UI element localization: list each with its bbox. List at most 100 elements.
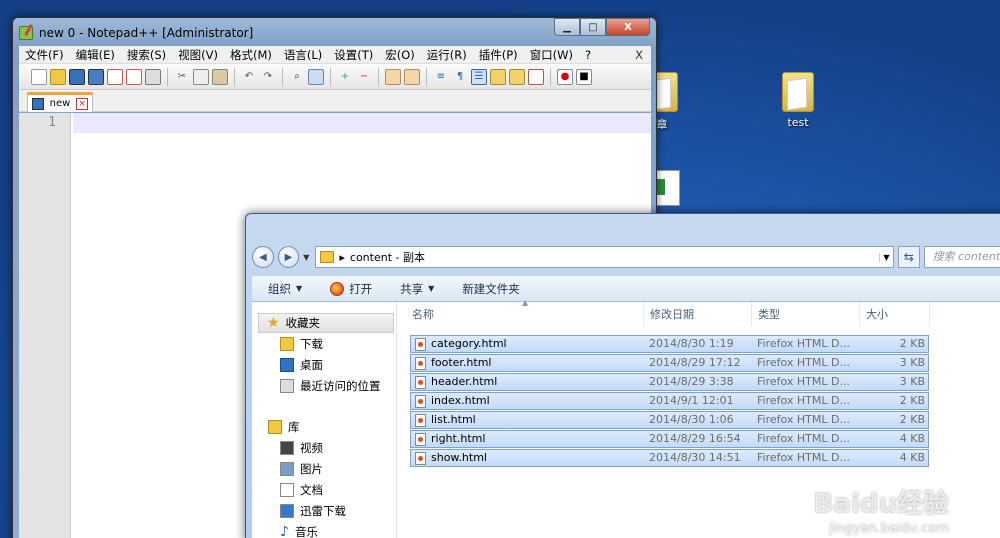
minimize-button[interactable]: ▁ xyxy=(554,18,580,36)
new-folder-button[interactable]: 新建文件夹 xyxy=(462,281,520,297)
stop-macro-icon[interactable]: ■ xyxy=(576,68,592,85)
navigation-pane: ★ 收藏夹 下载 桌面 最近访问的位置 库 视频 图片 文档 迅雷下载 ♪ 音乐 xyxy=(252,302,397,538)
replace-icon[interactable] xyxy=(308,68,324,85)
file-row[interactable]: show.html 2014/8/30 14:51 Firefox HTML D..… xyxy=(410,449,929,467)
nav-pictures[interactable]: 图片 xyxy=(280,459,323,479)
zoom-in-icon[interactable]: + xyxy=(337,69,353,85)
pictures-icon xyxy=(280,462,294,476)
indent-guide-icon[interactable]: ☰ xyxy=(471,68,487,85)
menu-window[interactable]: 窗口(W) xyxy=(530,47,573,63)
menu-view[interactable]: 视图(V) xyxy=(178,47,218,63)
show-all-characters-icon[interactable]: ¶ xyxy=(452,69,468,85)
breadcrumb[interactable]: content - 副本 xyxy=(350,249,425,265)
menu-language[interactable]: 语言(L) xyxy=(284,47,322,63)
undo-icon[interactable]: ↶ xyxy=(241,69,257,85)
menu-edit[interactable]: 编辑(E) xyxy=(76,47,115,63)
nav-music[interactable]: ♪ 音乐 xyxy=(280,522,318,538)
new-file-icon[interactable] xyxy=(31,68,47,85)
organize-button[interactable]: 组织 ▼ xyxy=(268,281,302,297)
file-size: 2 KB xyxy=(899,413,925,426)
close-icon[interactable]: × xyxy=(76,97,88,110)
word-wrap-icon[interactable]: ≡ xyxy=(433,69,449,85)
toolbar-separator xyxy=(550,67,551,86)
chevron-down-icon: ▼ xyxy=(428,284,435,293)
menu-macro[interactable]: 宏(O) xyxy=(385,47,415,63)
record-macro-icon[interactable]: ● xyxy=(557,68,573,85)
sync-vertical-icon[interactable] xyxy=(385,68,401,85)
menu-plugins[interactable]: 插件(P) xyxy=(479,47,518,63)
redo-icon[interactable]: ↷ xyxy=(260,69,276,85)
nav-label: 库 xyxy=(288,420,300,434)
nav-libraries[interactable]: 库 xyxy=(268,417,300,437)
open-file-icon[interactable] xyxy=(50,68,66,85)
folder-icon xyxy=(782,72,814,112)
column-size[interactable]: 大小 xyxy=(860,302,930,326)
user-language-icon[interactable] xyxy=(490,68,506,85)
notepad-logo-icon xyxy=(19,26,33,40)
music-icon: ♪ xyxy=(280,524,289,538)
menu-search[interactable]: 搜索(S) xyxy=(127,47,166,63)
file-row[interactable]: category.html 2014/8/30 1:19 Firefox HTML … xyxy=(410,335,929,353)
find-icon[interactable]: ⌕ xyxy=(289,69,305,85)
save-all-icon[interactable] xyxy=(88,68,104,85)
file-type: Firefox HTML D... xyxy=(757,451,850,464)
menu-settings[interactable]: 设置(T) xyxy=(334,47,373,63)
file-row[interactable]: header.html 2014/8/29 3:38 Firefox HTML D.… xyxy=(410,373,929,391)
menu-run[interactable]: 运行(R) xyxy=(427,47,467,63)
chevron-down-icon[interactable]: ▼ xyxy=(303,253,309,262)
file-name: header.html xyxy=(431,375,498,388)
search-input[interactable]: 搜索 content xyxy=(923,246,1000,268)
share-button[interactable]: 共享 ▼ xyxy=(400,281,434,297)
nav-documents[interactable]: 文档 xyxy=(280,480,323,500)
address-bar-row: ◀ ▶ ▼ ▸ content - 副本 ▼ ⇆ 搜索 content xyxy=(252,244,1000,270)
nav-videos[interactable]: 视频 xyxy=(280,438,323,458)
tab-label: new xyxy=(49,98,71,109)
file-row[interactable]: right.html 2014/8/29 16:54 Firefox HTML D.… xyxy=(410,430,929,448)
menu-format[interactable]: 格式(M) xyxy=(230,47,272,63)
documents-icon xyxy=(280,483,294,497)
file-type: Firefox HTML D... xyxy=(757,375,850,388)
column-date[interactable]: 修改日期 xyxy=(644,302,752,326)
zoom-out-icon[interactable]: − xyxy=(356,69,372,85)
open-button[interactable]: 打开 xyxy=(330,281,372,297)
nav-recent[interactable]: 最近访问的位置 xyxy=(280,376,381,396)
doc-map-icon[interactable] xyxy=(509,68,525,85)
paste-icon[interactable] xyxy=(212,68,228,85)
file-name: list.html xyxy=(431,413,476,426)
desktop-icon-test[interactable]: test xyxy=(768,72,828,129)
copy-icon[interactable] xyxy=(193,68,209,85)
maximize-button[interactable]: □ xyxy=(580,18,606,36)
file-row[interactable]: index.html 2014/9/1 12:01 Firefox HTML D..… xyxy=(410,392,929,410)
close-file-icon[interactable] xyxy=(107,68,123,85)
close-all-icon[interactable] xyxy=(126,68,142,85)
column-name[interactable]: 名称 xyxy=(406,302,644,326)
refresh-button[interactable]: ⇆ xyxy=(897,246,920,268)
file-row[interactable]: list.html 2014/8/30 1:06 Firefox HTML D...… xyxy=(410,411,929,429)
forward-button[interactable]: ▶ xyxy=(277,246,300,268)
nav-favorites[interactable]: ★ 收藏夹 xyxy=(258,313,394,333)
nav-downloads[interactable]: 下载 xyxy=(280,334,323,354)
file-row[interactable]: footer.html 2014/8/29 17:12 Firefox HTML D… xyxy=(410,354,929,372)
star-icon: ★ xyxy=(267,315,280,331)
column-type[interactable]: 类型 xyxy=(752,302,860,326)
close-document-button[interactable]: X xyxy=(635,48,643,62)
address-bar[interactable]: ▸ content - 副本 ▼ xyxy=(315,246,894,268)
save-icon[interactable] xyxy=(69,68,85,85)
downloads-icon xyxy=(280,337,294,351)
sync-horizontal-icon[interactable] xyxy=(404,68,420,85)
cut-icon[interactable]: ✂ xyxy=(174,69,190,85)
tab-new[interactable]: new × xyxy=(27,92,93,112)
function-list-icon[interactable] xyxy=(528,68,544,85)
print-icon[interactable] xyxy=(145,68,161,85)
watermark: Baidu经验 xyxy=(813,489,949,519)
menu-help[interactable]: ? xyxy=(585,48,591,62)
chevron-down-icon[interactable]: ▼ xyxy=(878,252,893,262)
menu-file[interactable]: 文件(F) xyxy=(25,47,64,63)
thunder-icon xyxy=(280,504,294,518)
close-button[interactable]: X xyxy=(606,18,650,36)
nav-thunder-downloads[interactable]: 迅雷下载 xyxy=(280,501,346,521)
title-bar[interactable]: new 0 - Notepad++ [Administrator] xyxy=(19,22,253,44)
nav-desktop[interactable]: 桌面 xyxy=(280,355,323,375)
back-button[interactable]: ◀ xyxy=(252,246,274,268)
chevron-down-icon: ▼ xyxy=(296,284,303,293)
